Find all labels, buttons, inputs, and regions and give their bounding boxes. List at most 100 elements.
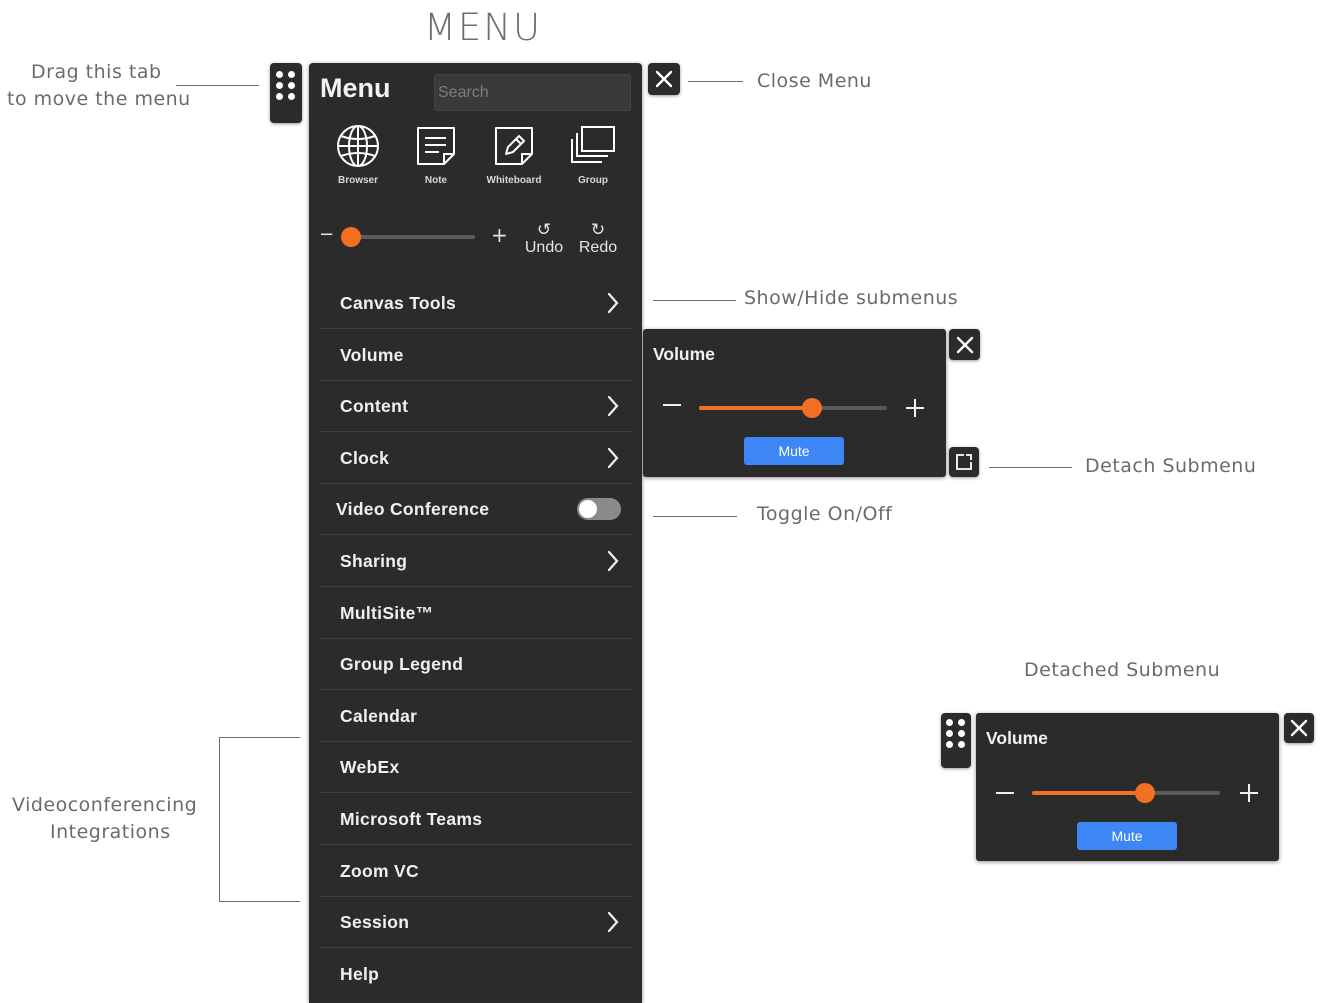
menu-item-session[interactable]: Session: [320, 897, 632, 949]
close-icon: [956, 336, 973, 353]
size-minus-button[interactable]: −: [319, 224, 334, 245]
page-title: MENU: [423, 6, 543, 49]
volume-submenu-close-button[interactable]: [949, 329, 980, 360]
minus-icon: [996, 792, 1014, 794]
undo-button[interactable]: ↺ Undo: [519, 221, 569, 257]
detached-submenu-close-button[interactable]: [1284, 713, 1314, 743]
slider-knob[interactable]: [341, 227, 361, 247]
menu-item-label: Volume: [340, 344, 404, 365]
menu-item-zoom-vc[interactable]: Zoom VC: [320, 846, 632, 897]
chevron-right-icon: [607, 292, 619, 314]
menu-item-sharing[interactable]: Sharing: [320, 536, 632, 587]
annotation-detach: Detach Submenu: [1085, 455, 1257, 477]
browser-button[interactable]: Browser: [319, 123, 397, 186]
menu-item-label: WebEx: [340, 757, 400, 778]
chevron-right-icon: [607, 550, 619, 572]
menu-item-label: Video Conference: [336, 499, 490, 520]
annotation-drag-tab-line1: Drag this tab: [31, 61, 162, 83]
plus-icon: [1240, 784, 1258, 802]
annotation-connector: [989, 467, 1072, 468]
drag-dots-icon: [946, 719, 966, 748]
menu-item-label: Content: [340, 396, 409, 417]
menu-item-video-conference[interactable]: Video Conference: [320, 484, 632, 536]
menu-item-content[interactable]: Content: [320, 381, 632, 433]
browser-label: Browser: [337, 175, 378, 186]
volume-slider[interactable]: [699, 396, 889, 420]
menu-item-multisite[interactable]: MultiSite™: [320, 588, 632, 639]
detached-volume-slider[interactable]: [1032, 781, 1222, 805]
annotation-toggle: Toggle On/Off: [757, 503, 893, 525]
menu-item-label: Session: [340, 912, 410, 933]
drag-dots-icon: [276, 71, 296, 100]
video-conference-toggle[interactable]: [577, 498, 621, 521]
menu-item-help[interactable]: Help: [320, 949, 632, 1000]
volume-plus-button[interactable]: [905, 398, 925, 422]
annotation-close-menu: Close Menu: [757, 70, 872, 92]
chevron-right-icon: [607, 396, 619, 417]
menu-item-label: MultiSite™: [340, 602, 434, 623]
search-input[interactable]: [434, 74, 631, 111]
slider-track: [347, 235, 475, 239]
close-icon: [1290, 719, 1308, 737]
menu-item-volume[interactable]: Volume: [320, 330, 632, 381]
undo-label: Undo: [524, 239, 564, 256]
menu-item-label: Clock: [340, 447, 390, 468]
volume-minus-button[interactable]: [662, 393, 682, 421]
menu-drag-handle[interactable]: [270, 63, 302, 123]
annotation-connector: [653, 300, 736, 301]
whiteboard-label: Whiteboard: [486, 175, 542, 186]
detached-volume-title: Volume: [986, 728, 1048, 748]
menu-item-calendar[interactable]: Calendar: [320, 691, 632, 742]
menu-item-label: Calendar: [340, 705, 418, 726]
menu-item-label: Canvas Tools: [340, 293, 457, 313]
group-button[interactable]: Group: [554, 123, 632, 186]
whiteboard-button[interactable]: Whiteboard: [475, 123, 553, 186]
menu-close-button[interactable]: [648, 63, 680, 95]
redo-label: Redo: [578, 239, 618, 256]
slider-knob[interactable]: [1134, 783, 1155, 803]
menu-item-label: Microsoft Teams: [340, 809, 483, 829]
detached-volume-submenu: Volume Mute: [976, 713, 1279, 861]
note-label: Note: [424, 175, 448, 186]
volume-submenu: Volume Mute: [643, 329, 946, 477]
redo-button[interactable]: ↻ Redo: [573, 221, 623, 257]
detach-icon: [956, 454, 972, 470]
menu-item-canvas-tools[interactable]: Canvas Tools: [320, 278, 632, 329]
annotation-detached: Detached Submenu: [1024, 659, 1221, 681]
menu-item-microsoft-teams[interactable]: Microsoft Teams: [320, 794, 632, 845]
slider-fill: [699, 406, 812, 410]
note-button[interactable]: Note: [397, 123, 475, 186]
detach-submenu-button[interactable]: [949, 447, 979, 477]
detached-mute-button[interactable]: Mute: [1077, 822, 1177, 850]
mute-button[interactable]: Mute: [744, 437, 844, 465]
slider-knob[interactable]: [801, 398, 822, 418]
annotation-show-hide: Show/Hide submenus: [744, 287, 959, 309]
group-label: Group: [578, 175, 608, 186]
annotation-drag-tab-line2: to move the menu: [7, 88, 191, 110]
annotation-bracket: [219, 737, 220, 902]
minus-icon: [663, 404, 681, 406]
detached-submenu-drag-handle[interactable]: [941, 713, 971, 768]
menu-item-label: Zoom VC: [340, 860, 419, 881]
detached-volume-minus-button[interactable]: [995, 783, 1015, 807]
close-icon: [655, 70, 673, 88]
menu-item-label: Sharing: [340, 551, 408, 571]
whiteboard-pen-icon: [495, 127, 533, 165]
redo-icon: ↻: [590, 220, 606, 239]
annotation-vc-line1: Videoconferencing: [12, 794, 198, 816]
size-plus-button[interactable]: +: [491, 223, 508, 247]
menu-item-webex[interactable]: WebEx: [320, 742, 632, 794]
group-stack-icon: [571, 126, 615, 163]
detached-volume-plus-button[interactable]: [1239, 783, 1259, 807]
note-icon: [417, 127, 455, 165]
menu-item-group-legend[interactable]: Group Legend: [320, 639, 632, 691]
plus-icon: [906, 399, 924, 417]
menu-item-clock[interactable]: Clock: [320, 433, 632, 484]
pen-size-slider[interactable]: [341, 225, 475, 249]
chevron-right-icon: [607, 912, 619, 933]
undo-icon: ↺: [536, 220, 552, 239]
annotation-vc-line2: Integrations: [50, 821, 171, 843]
globe-icon: [337, 125, 379, 167]
annotation-connector: [688, 81, 743, 82]
toggle-knob: [579, 500, 597, 519]
